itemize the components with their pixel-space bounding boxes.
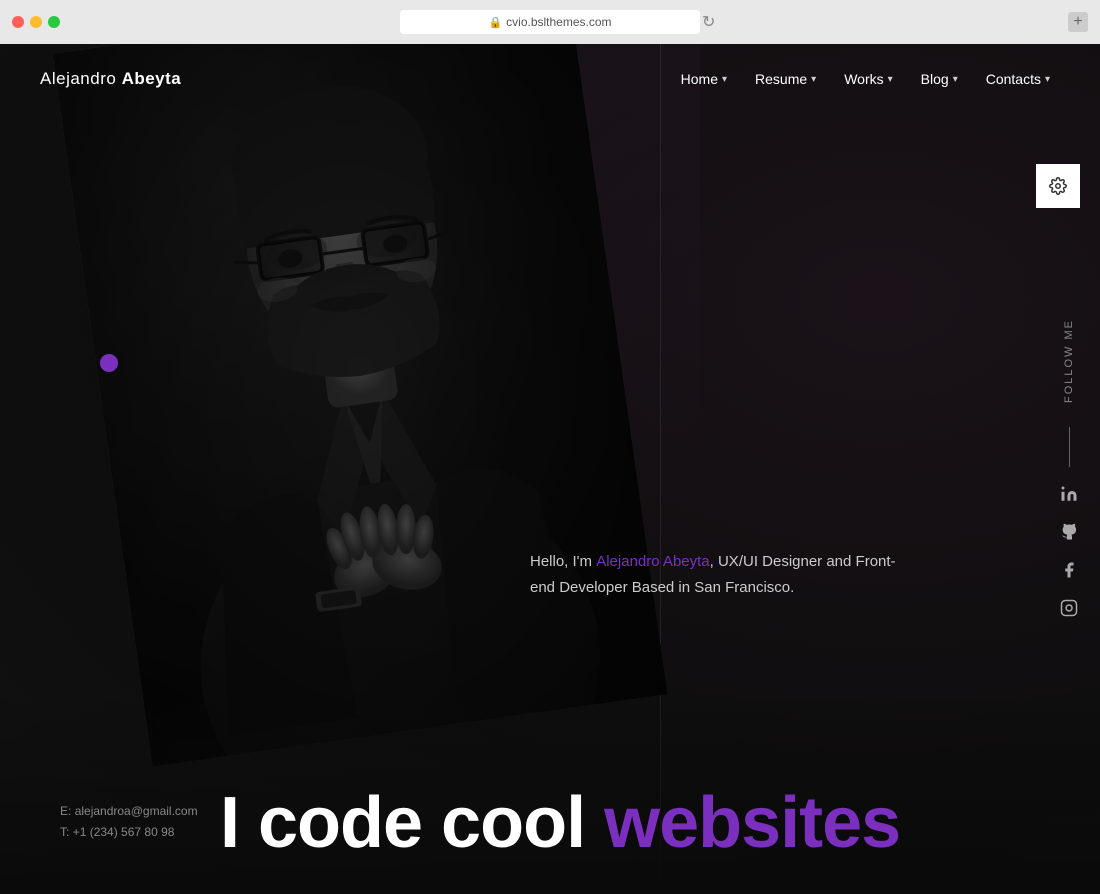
nav-home[interactable]: Home ▾ [671,65,737,93]
address-bar[interactable]: 🔒 cvio.bslthemes.com [400,10,700,34]
logo[interactable]: Alejandro Abeyta [40,69,181,89]
gear-icon [1049,177,1067,195]
tagline-section: I code cool websites [220,782,900,864]
nav-resume[interactable]: Resume ▾ [745,65,826,93]
portrait-bg [52,44,667,767]
nav-works[interactable]: Works ▾ [834,65,902,93]
portrait-svg [52,44,667,767]
tagline-highlight: websites [604,783,900,863]
settings-button[interactable] [1036,164,1080,208]
follow-line-divider [1069,427,1070,467]
intro-name: Alejandro Abeyta [596,553,709,570]
navigation: Alejandro Abeyta Home ▾ Resume ▾ Works ▾… [0,44,1100,114]
hero-portrait [52,44,667,767]
hero-intro-section: Hello, I'm Alejandro Abeyta, UX/UI Desig… [530,549,910,600]
lock-icon: 🔒 [488,16,502,29]
email-label: E: [60,804,71,818]
nav-contacts[interactable]: Contacts ▾ [976,65,1060,93]
purple-dot-decoration [100,354,118,372]
chevron-down-icon: ▾ [722,74,727,85]
maximize-button[interactable] [48,16,60,28]
nav-home-label: Home [681,71,718,87]
contact-info-section: E: alejandroa@gmail.com T: +1 (234) 567 … [60,801,198,844]
nav-blog-label: Blog [921,71,949,87]
follow-sidebar: Follow Me [1058,319,1080,619]
url-text: cvio.bslthemes.com [506,15,611,29]
chevron-down-icon: ▾ [888,74,893,85]
follow-label: Follow Me [1063,319,1075,403]
phone-item: T: +1 (234) 567 80 98 [60,822,198,844]
vertical-divider [660,44,661,894]
new-tab-button[interactable]: + [1068,12,1088,32]
phone-label: T: [60,825,69,839]
email-value: alejandroa@gmail.com [75,804,198,818]
nav-blog[interactable]: Blog ▾ [911,65,968,93]
hero-image-container [40,44,660,774]
logo-bold: Abeyta [122,69,182,88]
minimize-button[interactable] [30,16,42,28]
nav-contacts-label: Contacts [986,71,1041,87]
intro-prefix: Hello, I'm [530,553,596,570]
nav-works-label: Works [844,71,883,87]
linkedin-icon[interactable] [1058,483,1080,505]
email-item: E: alejandroa@gmail.com [60,801,198,823]
chevron-down-icon: ▾ [811,74,816,85]
instagram-icon[interactable] [1058,597,1080,619]
tagline-prefix: I code cool [220,783,604,863]
nav-links: Home ▾ Resume ▾ Works ▾ Blog ▾ Contacts … [671,65,1060,93]
phone-value: +1 (234) 567 80 98 [73,825,175,839]
chevron-down-icon: ▾ [953,74,958,85]
facebook-icon[interactable] [1058,559,1080,581]
close-button[interactable] [12,16,24,28]
tagline-text: I code cool websites [220,782,900,864]
browser-chrome: 🔒 cvio.bslthemes.com ↻ + [0,0,1100,44]
refresh-button[interactable]: ↻ [702,12,715,32]
logo-first: Alejandro [40,69,122,88]
hero-intro-text: Hello, I'm Alejandro Abeyta, UX/UI Desig… [530,549,910,600]
nav-resume-label: Resume [755,71,807,87]
traffic-lights [12,16,60,28]
website-content: Alejandro Abeyta Home ▾ Resume ▾ Works ▾… [0,44,1100,894]
github-icon[interactable] [1058,521,1080,543]
chevron-down-icon: ▾ [1045,74,1050,85]
